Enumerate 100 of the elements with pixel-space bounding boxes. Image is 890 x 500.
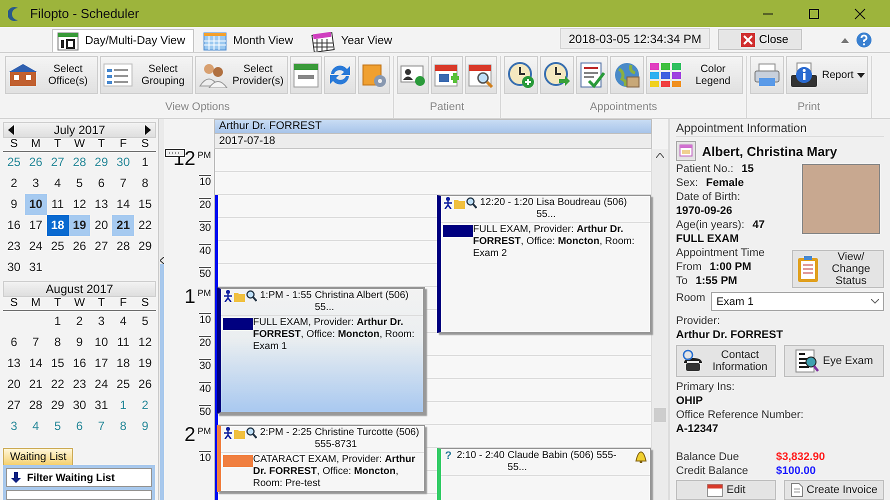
calendar-day[interactable]: 9 bbox=[3, 194, 25, 215]
report-menu-button[interactable]: Report bbox=[786, 56, 868, 94]
calendar-day[interactable]: 29 bbox=[90, 152, 112, 173]
calendar-day[interactable]: 11 bbox=[112, 332, 134, 353]
calendar-day[interactable]: 28 bbox=[24, 395, 47, 416]
calendar-day[interactable]: 6 bbox=[68, 416, 90, 437]
room-dropdown[interactable]: Exam 1 bbox=[711, 292, 884, 311]
calendar-day[interactable]: 27 bbox=[46, 152, 69, 173]
calendar-day[interactable]: 12 bbox=[68, 194, 90, 215]
calendar-day[interactable]: 1 bbox=[134, 152, 156, 173]
calendar-day[interactable]: 4 bbox=[24, 416, 47, 437]
calendar-day[interactable]: 2 bbox=[134, 395, 156, 416]
calendar-day[interactable]: 21 bbox=[24, 374, 47, 395]
calendar-day[interactable]: 19 bbox=[68, 215, 90, 236]
appointment-card[interactable]: 2:PM - 2:25 Christine Turcotte (506) 555-8731 CATARACT EXAM, Provider: Arthur Dr. FORREST, Office: Moncton, Room: Pre-test bbox=[217, 425, 425, 492]
view-tab[interactable]: Month View bbox=[198, 29, 302, 52]
calendar-day[interactable]: 15 bbox=[134, 194, 156, 215]
calendar-day[interactable]: 23 bbox=[68, 374, 90, 395]
invoice-button[interactable]: Create Invoice bbox=[784, 480, 884, 500]
calendar-day[interactable]: 25 bbox=[46, 236, 69, 257]
close-button[interactable]: Close bbox=[718, 29, 802, 50]
calendar-day[interactable]: 25 bbox=[3, 152, 25, 173]
toolbar-button[interactable]: Select Provider(s) bbox=[195, 56, 288, 94]
calendar-day[interactable]: 3 bbox=[24, 173, 47, 194]
calendar-day[interactable]: 13 bbox=[90, 194, 112, 215]
close-icon[interactable] bbox=[854, 8, 866, 20]
calendar-day[interactable]: 30 bbox=[112, 152, 134, 173]
calendar-day[interactable]: 16 bbox=[68, 353, 90, 374]
calendar-day[interactable]: 10 bbox=[90, 332, 112, 353]
calendar-day[interactable]: 8 bbox=[46, 332, 69, 353]
calendar-day[interactable]: 5 bbox=[68, 173, 90, 194]
calendar-day[interactable]: 27 bbox=[90, 236, 112, 257]
scroll-up-icon[interactable] bbox=[656, 153, 664, 158]
calendar-day[interactable]: 15 bbox=[46, 353, 69, 374]
calendar-day[interactable]: 31 bbox=[90, 395, 112, 416]
calendar-day[interactable]: 4 bbox=[46, 173, 69, 194]
next-month-icon[interactable] bbox=[144, 125, 152, 135]
toolbar-button[interactable] bbox=[465, 56, 497, 94]
view-tab[interactable]: Year View bbox=[306, 29, 402, 52]
calendar-day[interactable]: 12 bbox=[134, 332, 156, 353]
calendar-day[interactable]: 1 bbox=[46, 311, 69, 332]
calendar-day[interactable]: 21 bbox=[112, 215, 134, 236]
help-icon[interactable] bbox=[856, 32, 872, 48]
toolbar-button[interactable]: Color Legend bbox=[646, 56, 743, 94]
calendar-day[interactable]: 9 bbox=[134, 416, 156, 437]
calendar-day[interactable]: 20 bbox=[90, 215, 112, 236]
calendar-day[interactable]: 26 bbox=[24, 152, 47, 173]
waiting-list-box[interactable] bbox=[6, 490, 152, 500]
filter-button[interactable]: Filter Waiting List bbox=[6, 468, 152, 487]
calendar-day[interactable]: 31 bbox=[24, 257, 47, 278]
calendar-day[interactable]: 28 bbox=[68, 152, 90, 173]
toolbar-button[interactable]: Select Grouping bbox=[100, 56, 193, 94]
calendar-day[interactable]: 18 bbox=[112, 353, 134, 374]
calendar-day[interactable]: 24 bbox=[24, 236, 47, 257]
calendar-day[interactable]: 26 bbox=[68, 236, 90, 257]
calendar-day[interactable]: 3 bbox=[3, 416, 25, 437]
calendar-day[interactable]: 16 bbox=[3, 215, 25, 236]
calendar-day[interactable]: 19 bbox=[134, 353, 156, 374]
calendar-day[interactable]: 2 bbox=[3, 173, 25, 194]
calendar-day[interactable]: 8 bbox=[112, 416, 134, 437]
calendar-day[interactable]: 9 bbox=[68, 332, 90, 353]
appointment-card[interactable]: 1:PM - 1:55 Christina Albert (506) 55... FULL EXAM, Provider: Arthur Dr. FORREST, Office: Moncton, Room: Exam 1 bbox=[217, 287, 425, 414]
calendar-day[interactable]: 14 bbox=[112, 194, 134, 215]
calendar-day[interactable]: 2 bbox=[68, 311, 90, 332]
calendar-day[interactable]: 27 bbox=[3, 395, 25, 416]
toolbar-button[interactable] bbox=[431, 56, 463, 94]
scrollbar[interactable] bbox=[651, 149, 668, 500]
edit-button[interactable]: Edit bbox=[676, 480, 776, 500]
calendar-day[interactable]: 14 bbox=[24, 353, 47, 374]
calendar-day[interactable]: 29 bbox=[46, 395, 69, 416]
calendar-day[interactable]: 23 bbox=[3, 236, 25, 257]
toolbar-button[interactable] bbox=[397, 56, 429, 94]
status-button[interactable]: View/ Change Status bbox=[792, 250, 884, 288]
eye-exam-button[interactable]: Eye Exam bbox=[784, 345, 884, 377]
calendar-day[interactable]: 28 bbox=[112, 236, 134, 257]
calendar-day[interactable]: 7 bbox=[90, 416, 112, 437]
calendar-day[interactable]: 17 bbox=[24, 215, 47, 236]
maximize-icon[interactable] bbox=[808, 8, 820, 20]
calendar-day[interactable]: 8 bbox=[134, 173, 156, 194]
scroll-thumb[interactable] bbox=[654, 408, 666, 422]
calendar-day[interactable]: 22 bbox=[134, 215, 156, 236]
calendar-day[interactable]: 20 bbox=[3, 374, 25, 395]
calendar-day[interactable]: 11 bbox=[46, 194, 69, 215]
calendar-day[interactable]: 30 bbox=[68, 395, 90, 416]
schedule-grid[interactable] bbox=[214, 149, 651, 500]
calendar-day[interactable]: 24 bbox=[90, 374, 112, 395]
collapse-chevron-icon[interactable] bbox=[160, 257, 164, 264]
previous-month-icon[interactable] bbox=[7, 125, 15, 135]
calendar-day[interactable]: 26 bbox=[134, 374, 156, 395]
calendar-day[interactable]: 22 bbox=[46, 374, 69, 395]
view-tab[interactable]: Day/Multi-Day View bbox=[52, 29, 194, 52]
calendar-day[interactable]: 30 bbox=[3, 257, 25, 278]
calendar-day[interactable]: 5 bbox=[134, 311, 156, 332]
calendar-day[interactable]: 25 bbox=[112, 374, 134, 395]
calendar-day[interactable]: 6 bbox=[90, 173, 112, 194]
toolbar-button[interactable]: Select Office(s) bbox=[5, 56, 98, 94]
collapse-caret-icon[interactable] bbox=[840, 36, 850, 44]
calendar-day[interactable]: 4 bbox=[112, 311, 134, 332]
calendar-day[interactable]: 3 bbox=[90, 311, 112, 332]
calendar-day[interactable]: 7 bbox=[24, 332, 47, 353]
